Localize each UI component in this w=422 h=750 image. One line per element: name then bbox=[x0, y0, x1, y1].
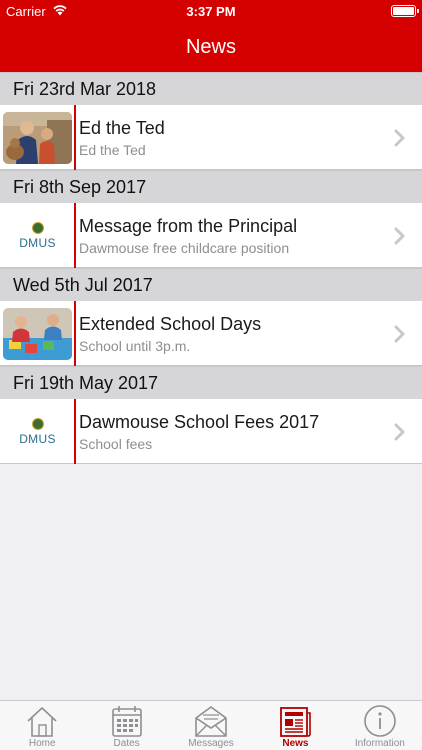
news-list: Fri 23rd Mar 2018 Ed the Ted Ed the Ted … bbox=[0, 72, 422, 464]
tab-news[interactable]: News bbox=[253, 701, 337, 750]
news-thumbnail-photo bbox=[3, 308, 72, 360]
news-title: Dawmouse School Fees 2017 bbox=[79, 412, 320, 432]
clock: 3:37 PM bbox=[186, 4, 236, 19]
news-subtitle: Ed the Ted bbox=[79, 142, 146, 158]
tab-messages[interactable]: Messages bbox=[169, 701, 253, 750]
nav-bar: News bbox=[0, 22, 422, 72]
envelope-icon bbox=[195, 706, 227, 737]
news-item-school-fees-2017[interactable]: DMUS Dawmouse School Fees 2017 School fe… bbox=[0, 399, 422, 464]
news-title: Message from the Principal bbox=[79, 216, 298, 236]
date-header: Wed 5th Jul 2017 bbox=[0, 268, 422, 301]
date-header: Fri 19th May 2017 bbox=[0, 366, 422, 399]
chevron-right-icon bbox=[394, 227, 405, 245]
dmus-logo: DMUS bbox=[3, 210, 72, 262]
calendar-icon bbox=[111, 706, 142, 737]
chevron-right-icon bbox=[394, 423, 405, 441]
tab-label: Information bbox=[354, 738, 405, 749]
dmus-logo: DMUS bbox=[3, 406, 72, 458]
tab-information[interactable]: Information bbox=[338, 701, 422, 750]
tab-home[interactable]: Home bbox=[0, 701, 84, 750]
info-icon bbox=[364, 705, 396, 737]
tab-label: Dates bbox=[113, 738, 140, 749]
chevron-right-icon bbox=[394, 129, 405, 147]
tab-bar: Home Dates Messages News Information bbox=[0, 700, 422, 750]
page-title: News bbox=[185, 36, 236, 58]
status-bar: Carrier 3:37 PM bbox=[0, 0, 422, 22]
date-header: Fri 23rd Mar 2018 bbox=[0, 72, 422, 105]
news-thumbnail-photo bbox=[3, 112, 72, 164]
tab-label: News bbox=[282, 738, 309, 749]
school-crest-icon bbox=[31, 418, 44, 430]
news-subtitle: School until 3p.m. bbox=[79, 338, 191, 354]
item-accent-bar bbox=[74, 203, 76, 268]
news-item-extended-school-days[interactable]: Extended School Days School until 3p.m. bbox=[0, 301, 422, 366]
tab-dates[interactable]: Dates bbox=[84, 701, 168, 750]
item-accent-bar bbox=[74, 105, 76, 170]
date-header: Fri 8th Sep 2017 bbox=[0, 170, 422, 203]
news-title: Ed the Ted bbox=[79, 118, 165, 138]
tab-label: Home bbox=[28, 738, 56, 749]
chevron-right-icon bbox=[394, 325, 405, 343]
news-item-ed-the-ted[interactable]: Ed the Ted Ed the Ted bbox=[0, 105, 422, 170]
tab-label: Messages bbox=[188, 738, 234, 749]
newspaper-icon bbox=[280, 707, 312, 737]
news-subtitle: Dawmouse free childcare position bbox=[79, 240, 290, 256]
item-accent-bar bbox=[74, 301, 76, 366]
battery-icon bbox=[391, 5, 419, 17]
news-item-message-from-principal[interactable]: DMUS Message from the Principal Dawmouse… bbox=[0, 203, 422, 268]
item-accent-bar bbox=[74, 399, 76, 464]
news-title: Extended School Days bbox=[79, 314, 262, 334]
home-icon bbox=[27, 707, 57, 737]
school-crest-icon bbox=[31, 222, 44, 234]
news-subtitle: School fees bbox=[79, 436, 153, 452]
